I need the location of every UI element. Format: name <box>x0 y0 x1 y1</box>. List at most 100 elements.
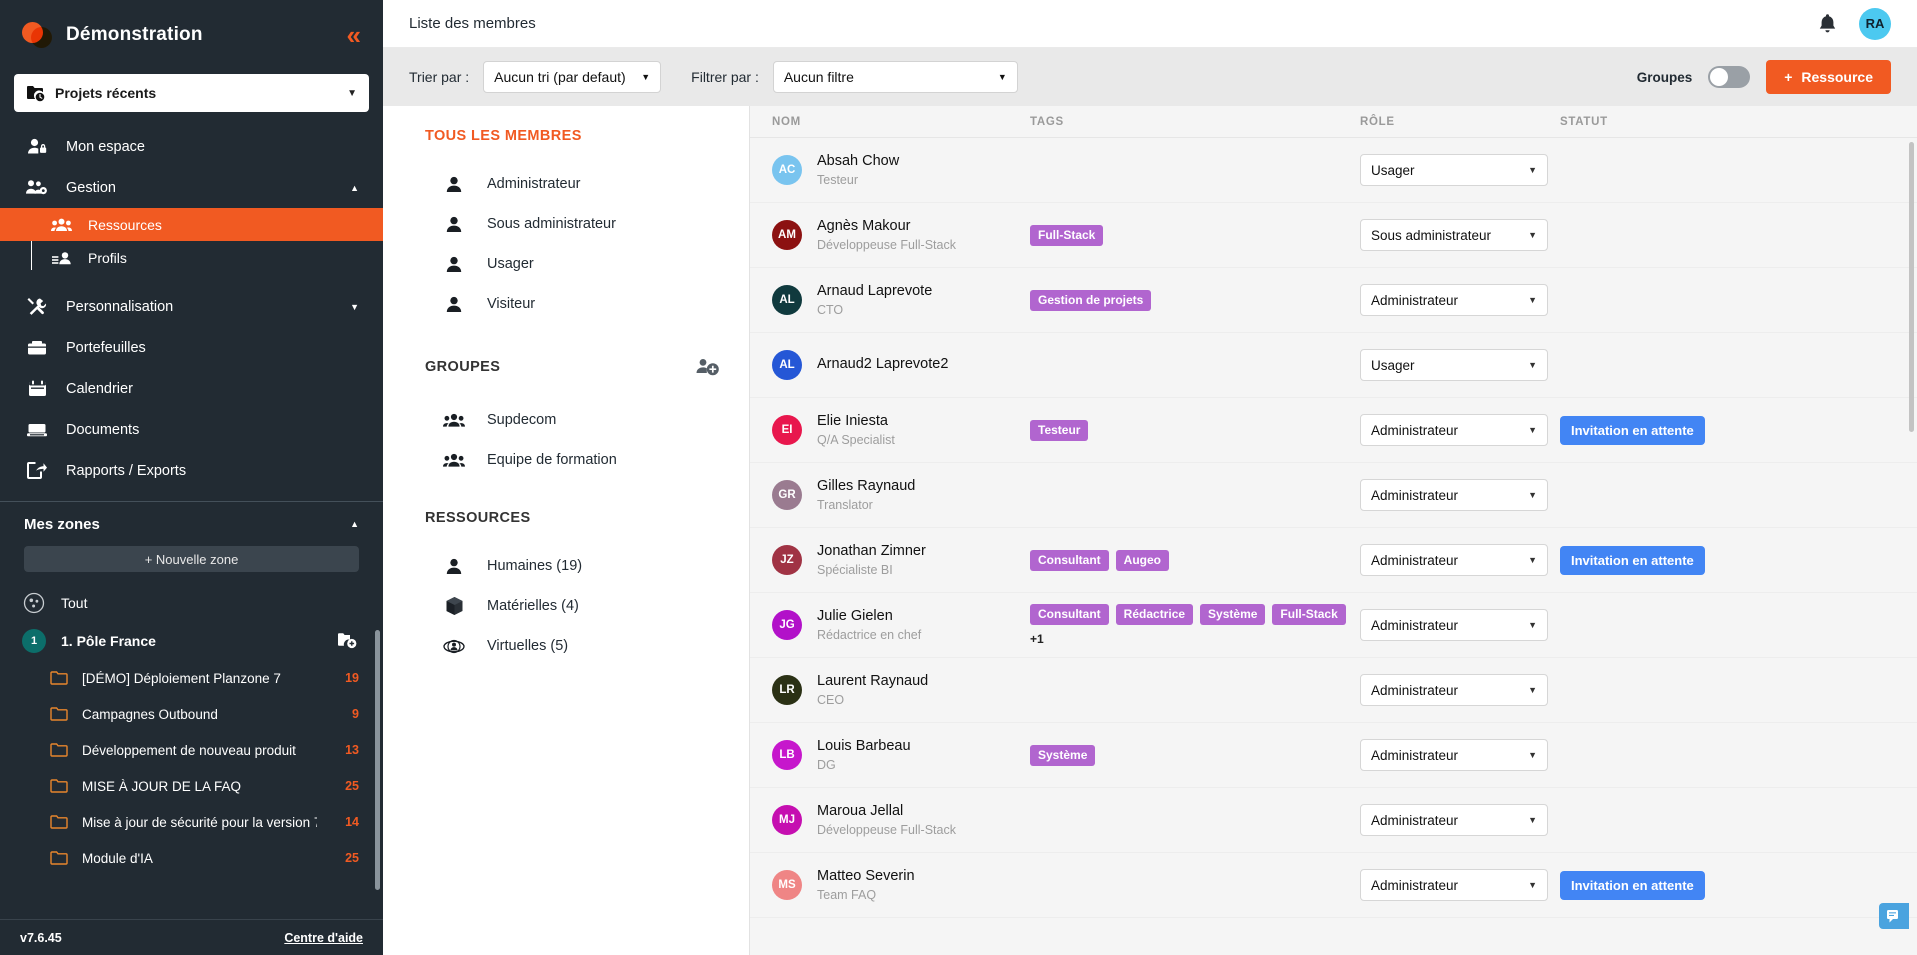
tag-chip[interactable]: Consultant <box>1030 550 1109 571</box>
role-select[interactable]: Administrateur▼ <box>1360 479 1548 511</box>
new-project-icon[interactable] <box>337 632 359 650</box>
group-filter-item[interactable]: Supdecom <box>383 400 749 440</box>
sidebar-scrollbar[interactable] <box>375 630 380 890</box>
sidebar-item-portefeuilles[interactable]: Portefeuilles <box>0 327 383 368</box>
member-subtitle: Spécialiste BI <box>817 562 926 578</box>
all-members-title: TOUS LES MEMBRES <box>383 128 749 144</box>
role-filter-item[interactable]: Sous administrateur <box>383 204 749 244</box>
zone-item-tout[interactable]: Tout <box>0 584 383 622</box>
filter-select[interactable]: Aucun filtre ▼ <box>773 61 1018 93</box>
project-item[interactable]: Mise à jour de sécurité pour la version … <box>0 804 383 840</box>
status-badge[interactable]: Invitation en attente <box>1560 416 1705 445</box>
sidebar-item-calendrier[interactable]: Calendrier <box>0 368 383 409</box>
table-row[interactable]: MJMaroua JellalDéveloppeuse Full-StackAd… <box>750 788 1917 853</box>
role-value: Usager <box>1371 163 1415 178</box>
column-header-statut: STATUT <box>1560 116 1917 128</box>
status-badge[interactable]: Invitation en attente <box>1560 546 1705 575</box>
resource-filter-item[interactable]: Humaines (19) <box>383 546 749 586</box>
role-select[interactable]: Sous administrateur▼ <box>1360 219 1548 251</box>
sidebar-item-profils[interactable]: Profils <box>0 241 383 274</box>
project-item[interactable]: [DÉMO] Déploiement Planzone 719 <box>0 660 383 696</box>
table-row[interactable]: GRGilles RaynaudTranslatorAdministrateur… <box>750 463 1917 528</box>
role-filter-item[interactable]: Administrateur <box>383 164 749 204</box>
table-row[interactable]: EIElie IniestaQ/A SpecialistTesteur Admin… <box>750 398 1917 463</box>
sidebar-item-ressources[interactable]: Ressources <box>0 208 383 241</box>
table-row[interactable]: JGJulie GielenRédactrice en chefConsulta… <box>750 593 1917 658</box>
table-row[interactable]: JZJonathan ZimnerSpécialiste BIConsultan… <box>750 528 1917 593</box>
tag-chip[interactable]: Full-Stack <box>1272 604 1345 625</box>
table-row[interactable]: ACAbsah ChowTesteur Usager▼ <box>750 138 1917 203</box>
tag-chip[interactable]: Gestion de projets <box>1030 290 1151 311</box>
role-filter-item[interactable]: Visiteur <box>383 284 749 324</box>
role-select[interactable]: Administrateur▼ <box>1360 739 1548 771</box>
project-name: Module d'IA <box>82 851 153 866</box>
role-select[interactable]: Administrateur▼ <box>1360 869 1548 901</box>
tag-chip[interactable]: Consultant <box>1030 604 1109 625</box>
help-widget-icon[interactable] <box>1879 903 1909 929</box>
double-chevron-left-icon[interactable]: « <box>347 22 361 48</box>
tag-overflow-count[interactable]: +1 <box>1030 632 1044 646</box>
user-lock-icon <box>26 138 48 155</box>
main-area: Liste des membres RA Trier par : Aucun t… <box>383 0 1917 955</box>
member-role-cell: Administrateur▼ <box>1360 414 1560 446</box>
member-name-cell: EIElie IniestaQ/A Specialist <box>750 412 1030 448</box>
groups-toggle[interactable] <box>1708 66 1750 88</box>
avatar: AM <box>772 220 802 250</box>
role-select[interactable]: Usager▼ <box>1360 349 1548 381</box>
sidebar-item-rapports-exports[interactable]: Rapports / Exports <box>0 450 383 491</box>
role-select[interactable]: Administrateur▼ <box>1360 674 1548 706</box>
role-select[interactable]: Administrateur▼ <box>1360 284 1548 316</box>
project-item[interactable]: MISE À JOUR DE LA FAQ25 <box>0 768 383 804</box>
tag-chip[interactable]: Système <box>1030 745 1095 766</box>
avatar: JG <box>772 610 802 640</box>
new-zone-button[interactable]: + Nouvelle zone <box>24 546 359 572</box>
member-name-cell: LBLouis BarbeauDG <box>750 737 1030 773</box>
project-name: MISE À JOUR DE LA FAQ <box>82 779 241 794</box>
role-select[interactable]: Administrateur▼ <box>1360 414 1548 446</box>
project-item[interactable]: Module d'IA25 <box>0 840 383 876</box>
zone-item-pole-france[interactable]: 1 1. Pôle France <box>0 622 383 660</box>
table-scrollbar[interactable] <box>1909 142 1914 432</box>
project-item[interactable]: Campagnes Outbound9 <box>0 696 383 732</box>
recent-projects-select[interactable]: Projets récents ▼ <box>14 74 369 112</box>
table-row[interactable]: MSMatteo SeverinTeam FAQAdministrateur▼I… <box>750 853 1917 918</box>
sidebar-item-mon-espace[interactable]: Mon espace <box>0 126 383 167</box>
tag-chip[interactable]: Full-Stack <box>1030 225 1103 246</box>
role-select[interactable]: Usager▼ <box>1360 154 1548 186</box>
role-list: AdministrateurSous administrateurUsagerV… <box>383 164 749 324</box>
add-resource-button[interactable]: + Ressource <box>1766 60 1891 94</box>
sidebar-item-documents[interactable]: Documents <box>0 409 383 450</box>
tag-chip[interactable]: Rédactrice <box>1116 604 1193 625</box>
role-filter-item[interactable]: Usager <box>383 244 749 284</box>
role-select[interactable]: Administrateur▼ <box>1360 544 1548 576</box>
resource-filter-item[interactable]: Virtuelles (5) <box>383 626 749 666</box>
groups-title: GROUPES <box>425 359 500 375</box>
project-item[interactable]: Développement de nouveau produit13 <box>0 732 383 768</box>
resource-filter-item[interactable]: Matérielles (4) <box>383 586 749 626</box>
sidebar-item-personnalisation[interactable]: Personnalisation ▼ <box>0 286 383 327</box>
sort-select[interactable]: Aucun tri (par defaut) ▼ <box>483 61 661 93</box>
sidebar-item-gestion[interactable]: Gestion ▲ <box>0 167 383 208</box>
member-name: Julie Gielen <box>817 607 921 627</box>
tag-chip[interactable]: Testeur <box>1030 420 1088 441</box>
table-row[interactable]: LBLouis BarbeauDGSystème Administrateur▼ <box>750 723 1917 788</box>
table-row[interactable]: AMAgnès MakourDéveloppeuse Full-StackFul… <box>750 203 1917 268</box>
bell-icon[interactable] <box>1818 13 1837 34</box>
help-center-link[interactable]: Centre d'aide <box>284 931 363 945</box>
mes-zones-header[interactable]: Mes zones ▲ <box>0 502 383 546</box>
tag-chip[interactable]: Augeo <box>1116 550 1169 571</box>
avatar: EI <box>772 415 802 445</box>
table-row[interactable]: ALArnaud LaprevoteCTOGestion de projetsA… <box>750 268 1917 333</box>
table-row[interactable]: LRLaurent RaynaudCEOAdministrateur▼ <box>750 658 1917 723</box>
avatar[interactable]: RA <box>1859 8 1891 40</box>
group-filter-item[interactable]: Equipe de formation <box>383 440 749 480</box>
table-row[interactable]: ALArnaud2 Laprevote2Usager▼ <box>750 333 1917 398</box>
add-group-icon[interactable] <box>695 354 721 380</box>
role-select[interactable]: Administrateur▼ <box>1360 609 1548 641</box>
users-icon <box>443 453 465 468</box>
tag-chip[interactable]: Système <box>1200 604 1265 625</box>
member-tags-cell: Consultant Rédactrice Système Full-Stack +1 <box>1030 604 1360 646</box>
role-select[interactable]: Administrateur▼ <box>1360 804 1548 836</box>
member-name-cell: ACAbsah ChowTesteur <box>750 152 1030 188</box>
status-badge[interactable]: Invitation en attente <box>1560 871 1705 900</box>
